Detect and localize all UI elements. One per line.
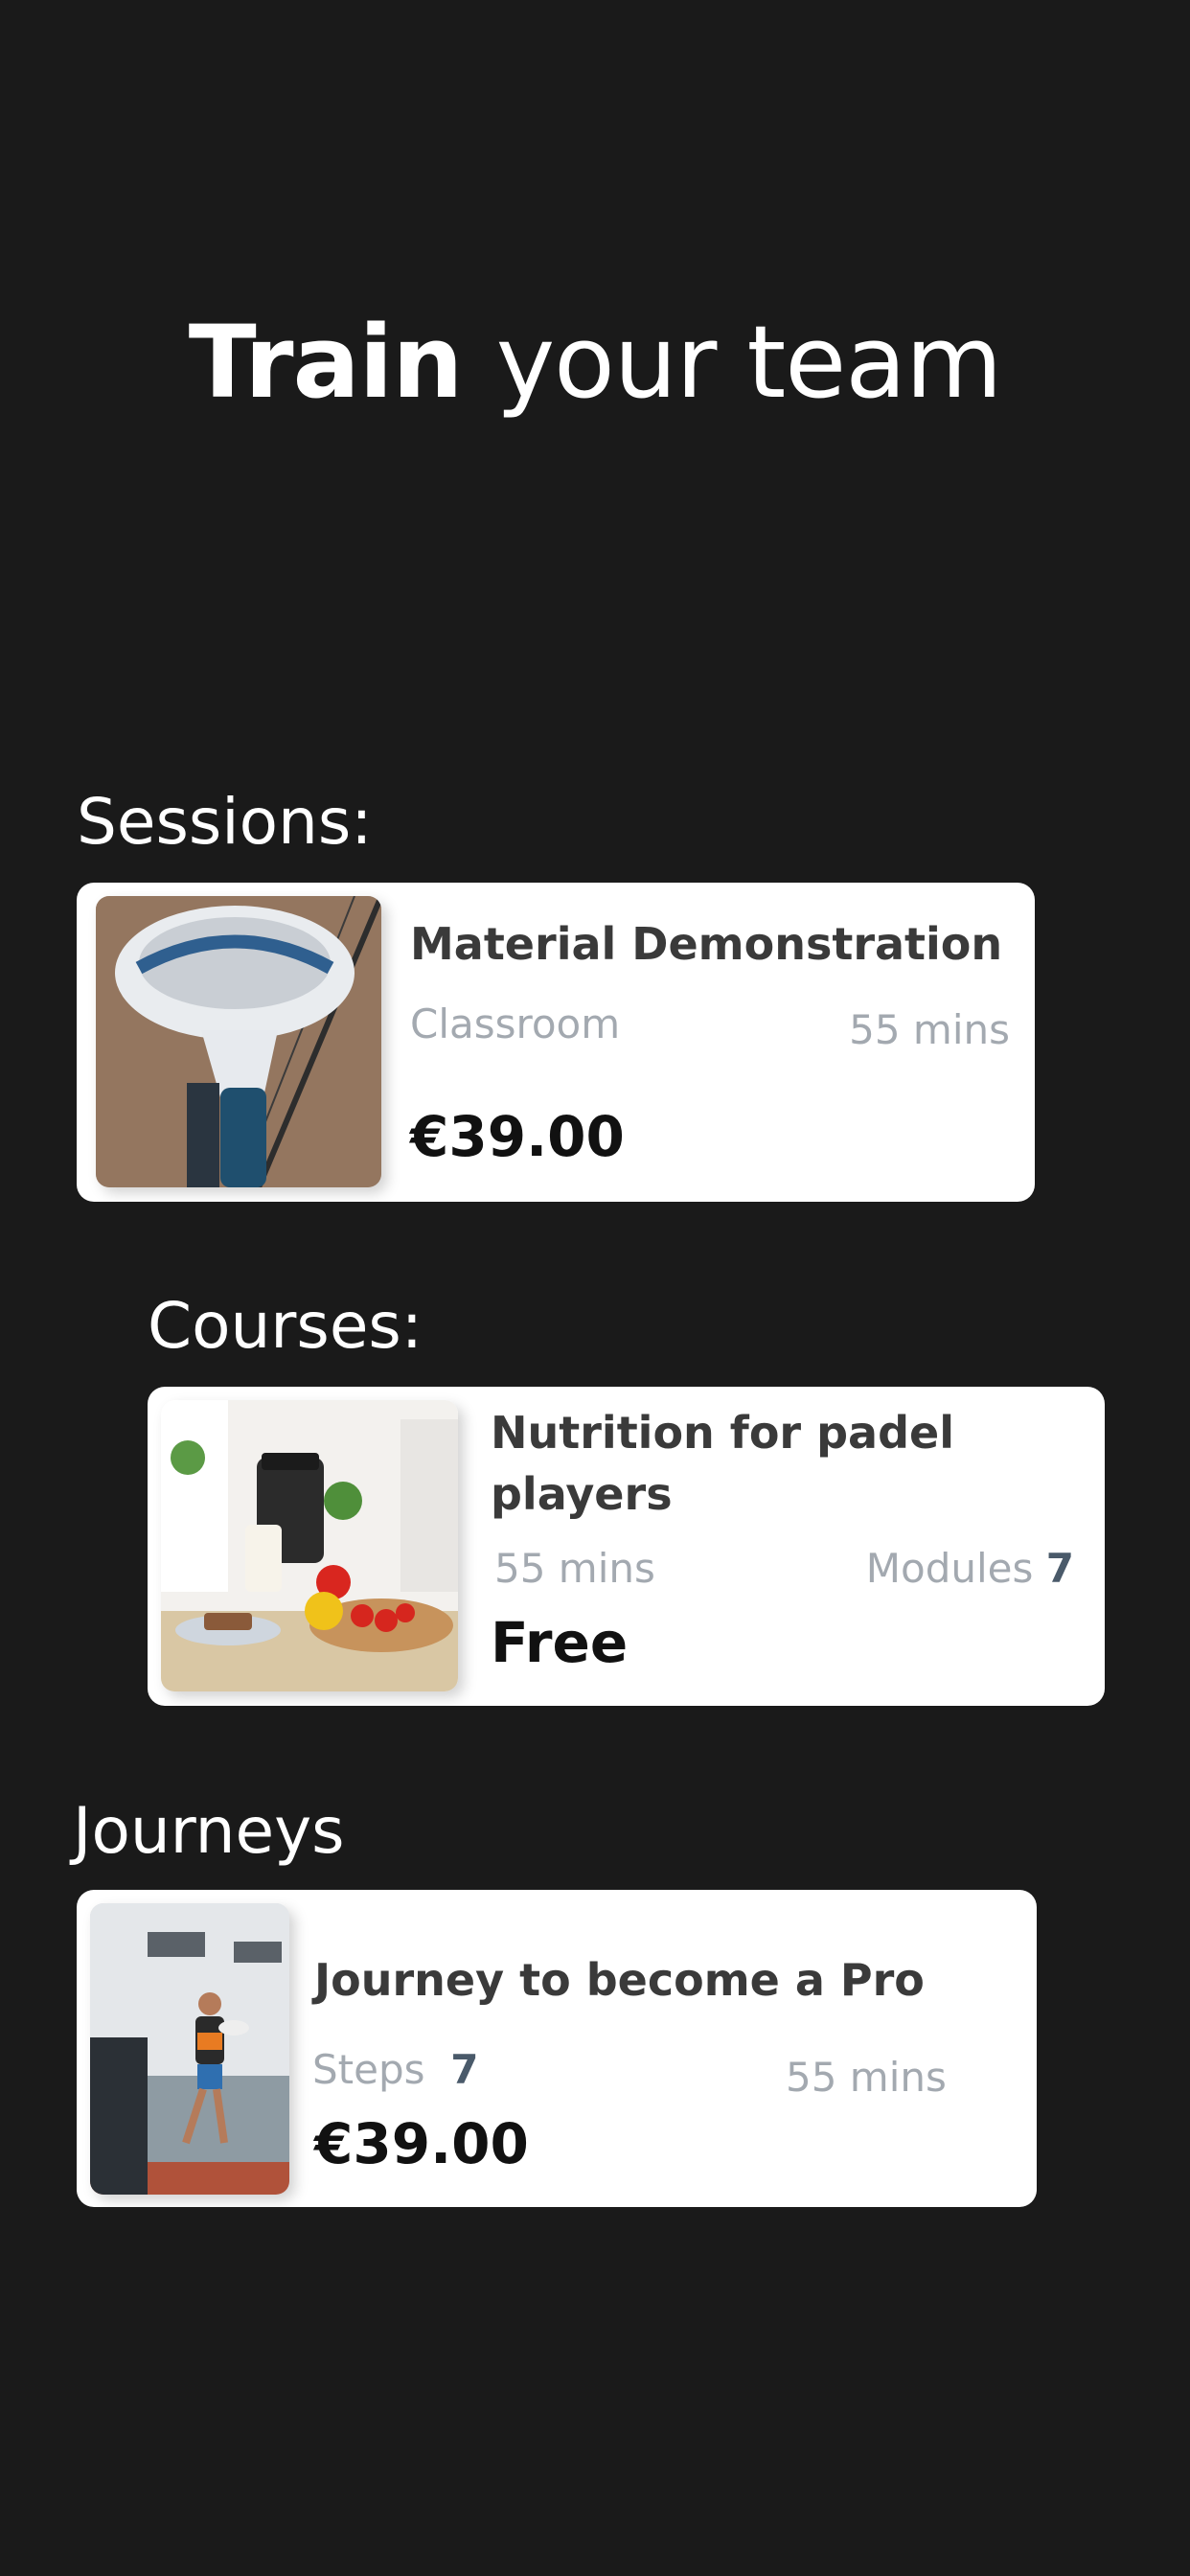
padel-player-image <box>90 1903 289 2195</box>
course-modules: Modules 7 <box>866 1544 1074 1594</box>
healthy-food-image <box>161 1400 458 1691</box>
journey-steps: Steps 7 <box>312 2045 478 2095</box>
session-duration: 55 mins <box>849 1006 1010 1053</box>
course-duration: 55 mins <box>494 1545 655 1592</box>
course-modules-label: Modules <box>865 1545 1034 1592</box>
session-price: €39.00 <box>410 1104 625 1169</box>
course-title: Nutrition for padel players <box>491 1407 954 1520</box>
journey-price: €39.00 <box>314 2111 529 2176</box>
session-type: Classroom <box>410 1000 621 1047</box>
journeys-heading: Journeys <box>73 1794 345 1868</box>
journey-steps-count: 7 <box>450 2046 479 2093</box>
journey-duration: 55 mins <box>786 2054 947 2101</box>
journey-card[interactable]: Journey to become a Pro Steps 7 55 mins … <box>77 1890 1037 2207</box>
page-title-bold: Train <box>188 304 464 421</box>
journey-steps-label: Steps <box>312 2046 425 2093</box>
courses-heading: Courses: <box>148 1289 423 1363</box>
course-modules-count: 7 <box>1045 1545 1074 1592</box>
page-title: Train your team <box>0 305 1190 420</box>
session-card[interactable]: Material Demonstration Classroom 55 mins… <box>77 883 1035 1202</box>
sessions-heading: Sessions: <box>77 785 373 859</box>
padel-racket-image <box>96 896 381 1187</box>
journey-title: Journey to become a Pro <box>314 1954 925 2006</box>
session-title: Material Demonstration <box>410 918 1003 970</box>
page-title-rest: your team <box>495 304 1003 421</box>
course-price: Free <box>491 1610 629 1675</box>
course-card[interactable]: Nutrition for padel players 55 mins Modu… <box>148 1387 1105 1706</box>
